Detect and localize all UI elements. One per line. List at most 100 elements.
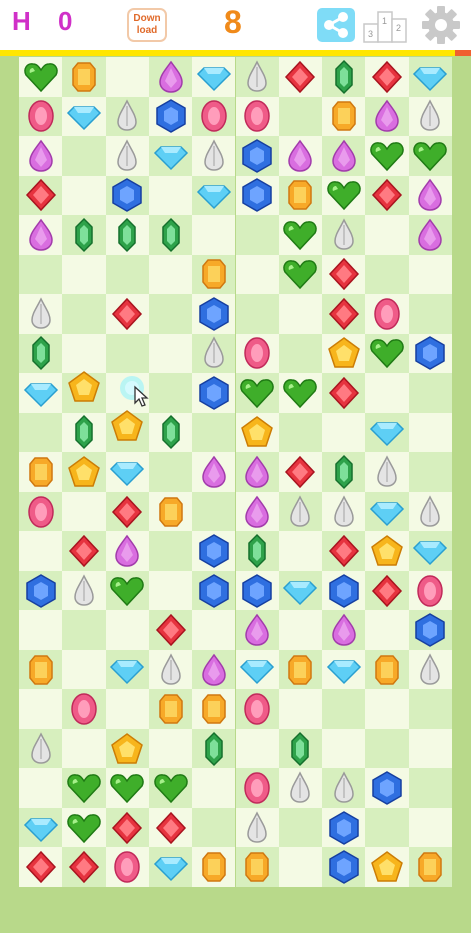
board-cell[interactable] (105, 412, 149, 453)
board-cell[interactable] (19, 570, 63, 611)
board-cell[interactable] (235, 649, 279, 690)
board-cell[interactable] (278, 412, 323, 453)
board-cell[interactable] (408, 610, 452, 650)
board-cell[interactable] (62, 412, 106, 453)
board-cell[interactable] (322, 333, 366, 374)
board-cell[interactable] (192, 57, 236, 97)
board-cell[interactable] (322, 373, 366, 413)
board-cell[interactable] (19, 689, 63, 729)
share-button[interactable] (317, 8, 355, 42)
board-cell[interactable] (148, 531, 193, 571)
board-cell[interactable] (278, 531, 323, 571)
board-cell[interactable] (148, 136, 193, 176)
board-cell[interactable] (322, 728, 366, 769)
board-cell[interactable] (365, 373, 409, 413)
board-cell[interactable] (365, 807, 409, 848)
board-cell[interactable] (278, 175, 323, 216)
board-cell[interactable] (408, 373, 452, 413)
board-cell[interactable] (322, 294, 366, 334)
board-cell[interactable] (408, 649, 452, 690)
board-cell[interactable] (322, 452, 366, 492)
board-cell[interactable] (278, 373, 323, 413)
board-cell[interactable] (322, 254, 366, 295)
board-cell[interactable] (408, 96, 452, 137)
board-cell[interactable] (105, 96, 149, 137)
board-cell[interactable] (408, 531, 452, 571)
board-cell[interactable] (62, 807, 106, 848)
board-cell[interactable] (62, 333, 106, 374)
board-cell[interactable] (365, 412, 409, 453)
board-cell[interactable] (365, 57, 409, 97)
board-cell[interactable] (365, 254, 409, 295)
board-cell[interactable] (322, 136, 366, 176)
board-cell[interactable] (148, 412, 193, 453)
board-cell[interactable] (105, 847, 149, 887)
board-cell[interactable] (19, 531, 63, 571)
board-cell[interactable] (62, 373, 106, 413)
board-cell[interactable] (278, 452, 323, 492)
board-cell[interactable] (365, 570, 409, 611)
board-cell[interactable] (322, 96, 366, 137)
board-cell[interactable] (19, 649, 63, 690)
board-cell[interactable] (192, 175, 236, 216)
board-cell[interactable] (19, 847, 63, 887)
board-cell[interactable] (62, 610, 106, 650)
board-cell[interactable] (148, 294, 193, 334)
board-cell[interactable] (322, 610, 366, 650)
board-cell[interactable] (192, 254, 236, 295)
board-cell[interactable] (19, 254, 63, 295)
board-cell[interactable] (322, 768, 366, 808)
board-cell[interactable] (278, 491, 323, 532)
board-cell[interactable] (105, 649, 149, 690)
board-cell[interactable] (365, 136, 409, 176)
board-cell[interactable] (148, 254, 193, 295)
board-cell[interactable] (148, 491, 193, 532)
board-cell[interactable] (408, 768, 452, 808)
board-cell[interactable] (278, 807, 323, 848)
board-cell[interactable] (322, 570, 366, 611)
board-cell[interactable] (408, 807, 452, 848)
board-cell[interactable] (408, 689, 452, 729)
board-cell[interactable] (192, 136, 236, 176)
board-cell[interactable] (62, 57, 106, 97)
board-cell[interactable] (148, 452, 193, 492)
board-cell[interactable] (235, 610, 279, 650)
board-cell[interactable] (19, 452, 63, 492)
board-cell[interactable] (192, 333, 236, 374)
board-cell[interactable] (19, 807, 63, 848)
board-cell[interactable] (235, 333, 279, 374)
board-cell[interactable] (105, 136, 149, 176)
board-cell[interactable] (278, 610, 323, 650)
board-cell[interactable] (235, 452, 279, 492)
board-cell[interactable] (235, 412, 279, 453)
board-cell[interactable] (278, 254, 323, 295)
board-cell[interactable] (278, 649, 323, 690)
board-cell[interactable] (62, 175, 106, 216)
board-cell[interactable] (192, 215, 236, 255)
board-cell[interactable] (148, 333, 193, 374)
board-cell[interactable] (278, 57, 323, 97)
board-cell[interactable] (105, 175, 149, 216)
board-cell[interactable] (365, 491, 409, 532)
board-cell[interactable] (148, 215, 193, 255)
board-cell[interactable] (192, 96, 236, 137)
board-cell[interactable] (235, 807, 279, 848)
board-cell[interactable] (322, 215, 366, 255)
board-cell[interactable] (192, 610, 236, 650)
download-button[interactable]: Down load (127, 8, 167, 42)
board-cell[interactable] (235, 373, 279, 413)
board-cell[interactable] (278, 96, 323, 137)
board-cell[interactable] (235, 531, 279, 571)
board-cell[interactable] (105, 373, 149, 413)
board-cell[interactable] (278, 136, 323, 176)
board-cell[interactable] (235, 175, 279, 216)
board-cell[interactable] (62, 294, 106, 334)
board-cell[interactable] (148, 175, 193, 216)
board-cell[interactable] (408, 412, 452, 453)
leaderboard-button[interactable]: 3 1 2 (362, 6, 408, 44)
board-cell[interactable] (365, 96, 409, 137)
board-cell[interactable] (19, 768, 63, 808)
board-cell[interactable] (62, 768, 106, 808)
board-cell[interactable] (278, 333, 323, 374)
board-cell[interactable] (105, 254, 149, 295)
